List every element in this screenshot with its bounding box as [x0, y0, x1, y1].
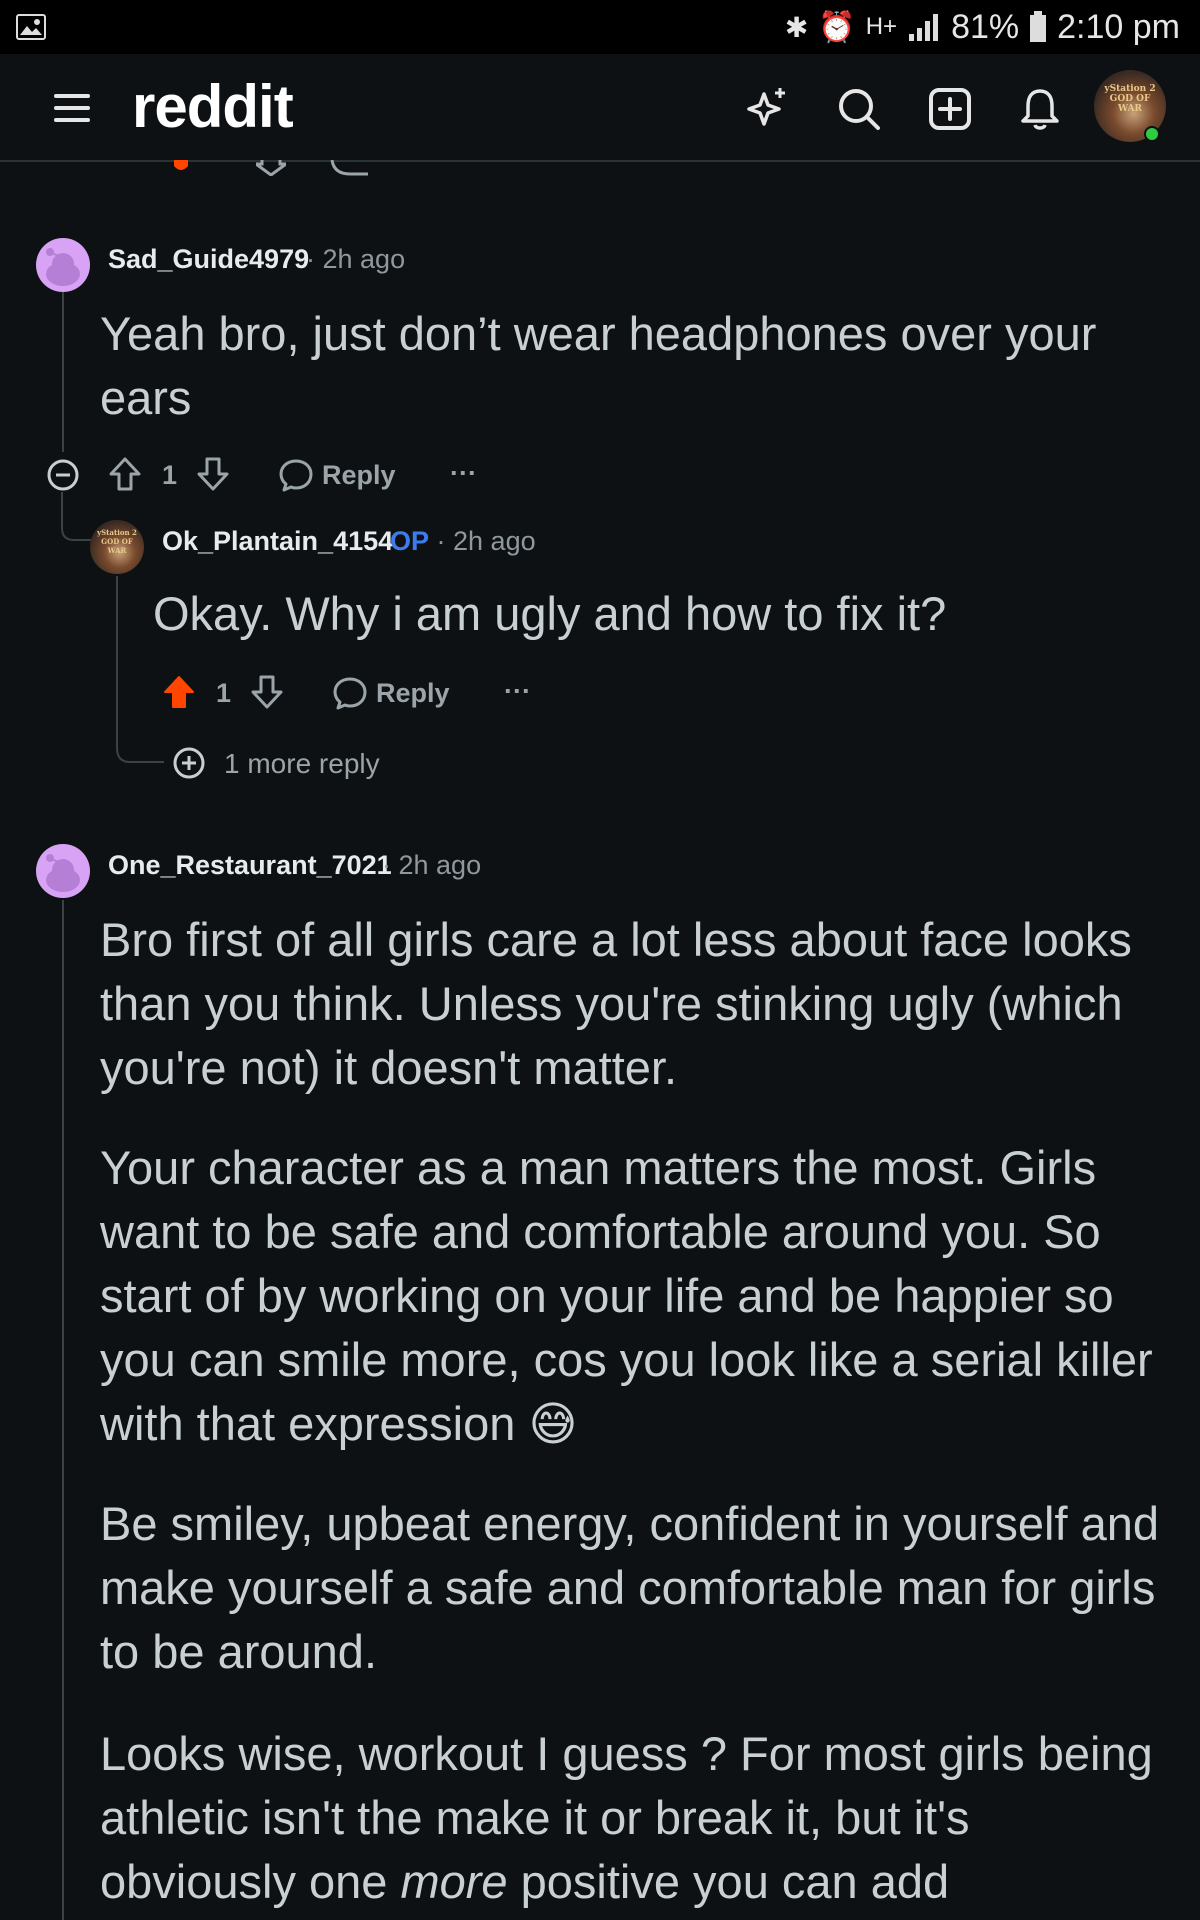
op-badge: OP: [390, 526, 430, 556]
comment-body: Okay. Why i am ugly and how to fix it?: [153, 587, 947, 640]
paragraph-tail: positive you can add: [520, 1855, 950, 1908]
downvote-icon[interactable]: [196, 456, 230, 492]
reddit-logo[interactable]: reddit: [132, 72, 294, 141]
reply-icon[interactable]: [332, 676, 368, 710]
upvote-icon-active[interactable]: [162, 674, 196, 710]
snoo-avatar-icon: [46, 248, 80, 286]
comment-time: · 2h ago: [382, 850, 482, 880]
comment-username[interactable]: One_Restaurant_7021: [108, 850, 392, 881]
reply-icon-partial: [330, 160, 368, 176]
emphasis-text: more: [400, 1855, 508, 1908]
comment-paragraph: Looks wise, workout I guess ? For most g…: [100, 1722, 1160, 1914]
bluetooth-icon: ✱: [784, 11, 809, 43]
thread-connector: [116, 700, 164, 763]
network-type: H+: [865, 13, 898, 40]
comment-paragraph: Your character as a man matters the most…: [100, 1141, 1153, 1450]
op-avatar[interactable]: yStation 2 GOD OF WAR: [90, 520, 144, 574]
thread-line: [62, 900, 64, 1920]
gallery-notification-icon: [16, 14, 46, 40]
snoo-avatar-icon: [46, 854, 80, 892]
upvote-icon-partial: [174, 160, 188, 170]
comment-time-text: 2h ago: [453, 526, 536, 556]
alarm-icon: ⏰: [818, 10, 856, 44]
status-bar: ✱ ⏰ H+ 81% 2:10 pm: [0, 0, 1200, 54]
comment-time: · 2h ago: [306, 244, 406, 274]
downvote-icon-partial: [256, 160, 286, 176]
hamburger-menu-icon[interactable]: [52, 88, 92, 128]
more-replies-link[interactable]: 1 more reply: [224, 748, 380, 780]
comment-username[interactable]: Ok_Plantain_4154: [162, 526, 393, 557]
clock: 2:10 pm: [1057, 7, 1180, 46]
app-header: reddit yStation 2 GOD OF WAR: [0, 54, 1200, 162]
comment-meta: OP · 2h ago: [390, 526, 536, 556]
comment-time-text: 2h ago: [398, 850, 482, 880]
expand-replies-icon[interactable]: [172, 746, 206, 780]
downvote-icon[interactable]: [250, 674, 284, 710]
vote-count: 1: [162, 460, 178, 490]
comment-body: Yeah bro, just don’t wear headphones ove…: [100, 307, 1097, 424]
comment-username[interactable]: Sad_Guide4979: [108, 244, 309, 275]
reply-icon[interactable]: [278, 458, 314, 492]
reply-button[interactable]: Reply: [322, 460, 396, 491]
sparkle-answers-icon[interactable]: [744, 86, 790, 132]
more-options-button[interactable]: ···: [450, 458, 477, 489]
comment-paragraph: Be smiley, upbeat energy, confident in y…: [100, 1497, 1159, 1678]
reply-button[interactable]: Reply: [376, 678, 450, 709]
comment-time-text: 2h ago: [322, 244, 406, 274]
upvote-icon[interactable]: [108, 456, 142, 492]
online-status-dot: [1144, 126, 1160, 142]
create-post-icon[interactable]: [927, 86, 973, 132]
avatar[interactable]: [36, 238, 90, 292]
comment-paragraph: Bro first of all girls care a lot less a…: [100, 913, 1132, 1094]
op-avatar-label: yStation 2 GOD OF WAR: [97, 528, 137, 555]
avatar-label: yStation 2 GOD OF WAR: [1104, 84, 1156, 114]
more-options-button[interactable]: ···: [504, 676, 531, 707]
signal-icon: [909, 14, 939, 41]
thread-line: [62, 290, 64, 452]
vote-count: 1: [216, 678, 232, 708]
search-icon[interactable]: [836, 86, 882, 132]
battery-icon: [1030, 11, 1047, 42]
notifications-bell-icon[interactable]: [1017, 86, 1063, 132]
battery-percent: 81%: [951, 7, 1020, 46]
avatar[interactable]: [36, 844, 90, 898]
collapse-thread-icon[interactable]: [46, 458, 80, 492]
